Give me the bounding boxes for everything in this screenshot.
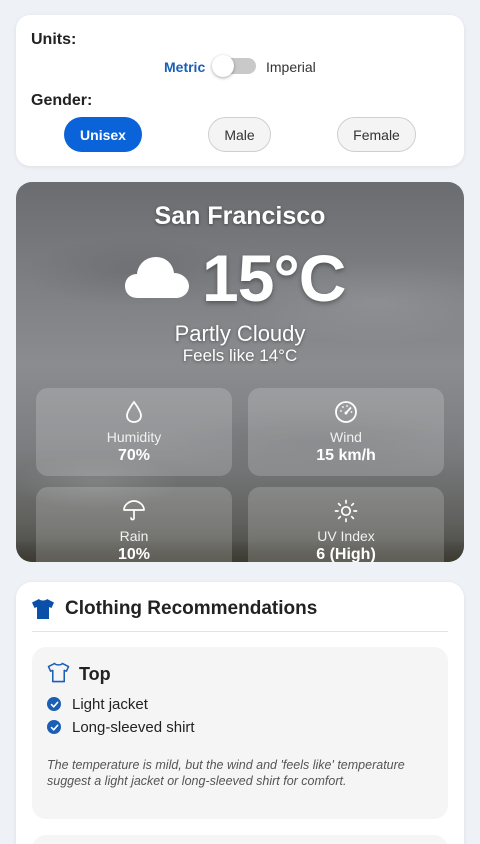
feels-like-text: Feels like 14°C: [182, 346, 298, 365]
gender-male-button[interactable]: Male: [208, 117, 271, 152]
gender-unisex-button[interactable]: Unisex: [64, 117, 142, 152]
uv-index-value: 6 (High): [316, 546, 376, 562]
uv-index-tile: UV Index 6 (High): [248, 487, 444, 562]
temperature: 15°C: [202, 241, 346, 315]
t-shirt-outline-icon: [47, 662, 70, 683]
sun-icon: [334, 499, 358, 523]
toggle-knob[interactable]: [212, 55, 234, 77]
section-title: Top: [79, 664, 111, 684]
gauge-icon: [335, 401, 357, 423]
clothing-card: Clothing Recommendations Top Light jacke…: [16, 582, 464, 844]
umbrella-icon: [123, 500, 145, 521]
uv-index-label: UV Index: [317, 528, 375, 544]
shirt-icon: [32, 599, 54, 619]
list-item: Long-sleeved shirt: [47, 717, 195, 737]
list-item: Light jacket: [47, 694, 148, 714]
condition-text: Partly Cloudy: [174, 321, 306, 346]
wind-tile: Wind 15 km/h: [248, 388, 444, 476]
weather-card: San Francisco 15°C Partly Cloudy Feels l…: [16, 182, 464, 562]
wind-value: 15 km/h: [316, 447, 376, 464]
settings-card: Units: Metric Imperial Gender: Unisex Ma…: [16, 15, 464, 166]
next-section: [32, 835, 448, 844]
metric-label[interactable]: Metric: [164, 59, 205, 75]
city-name: San Francisco: [154, 202, 326, 230]
units-toggle[interactable]: [212, 55, 256, 77]
rain-label: Rain: [119, 528, 149, 544]
droplet-icon: [126, 400, 142, 423]
wind-label: Wind: [330, 429, 362, 445]
item-label: Light jacket: [72, 695, 148, 713]
gender-label: Gender:: [31, 92, 93, 109]
cloud-icon: [125, 257, 189, 298]
units-label: Units:: [31, 31, 77, 48]
humidity-label: Humidity: [106, 429, 162, 445]
humidity-tile: Humidity 70%: [36, 388, 232, 476]
rain-value: 10%: [117, 546, 151, 562]
check-circle-icon: [47, 697, 61, 711]
gender-female-button[interactable]: Female: [337, 117, 416, 152]
top-section: Top Light jacket Long-sleeved shirt The …: [32, 647, 448, 819]
rain-tile: Rain 10%: [36, 487, 232, 562]
check-circle-icon: [47, 720, 61, 734]
imperial-label[interactable]: Imperial: [266, 59, 316, 75]
divider: [32, 631, 448, 632]
item-label: Long-sleeved shirt: [72, 718, 195, 736]
clothing-title: Clothing Recommendations: [65, 598, 318, 619]
humidity-value: 70%: [117, 447, 151, 464]
recommendation-note: The temperature is mild, but the wind an…: [47, 758, 405, 788]
